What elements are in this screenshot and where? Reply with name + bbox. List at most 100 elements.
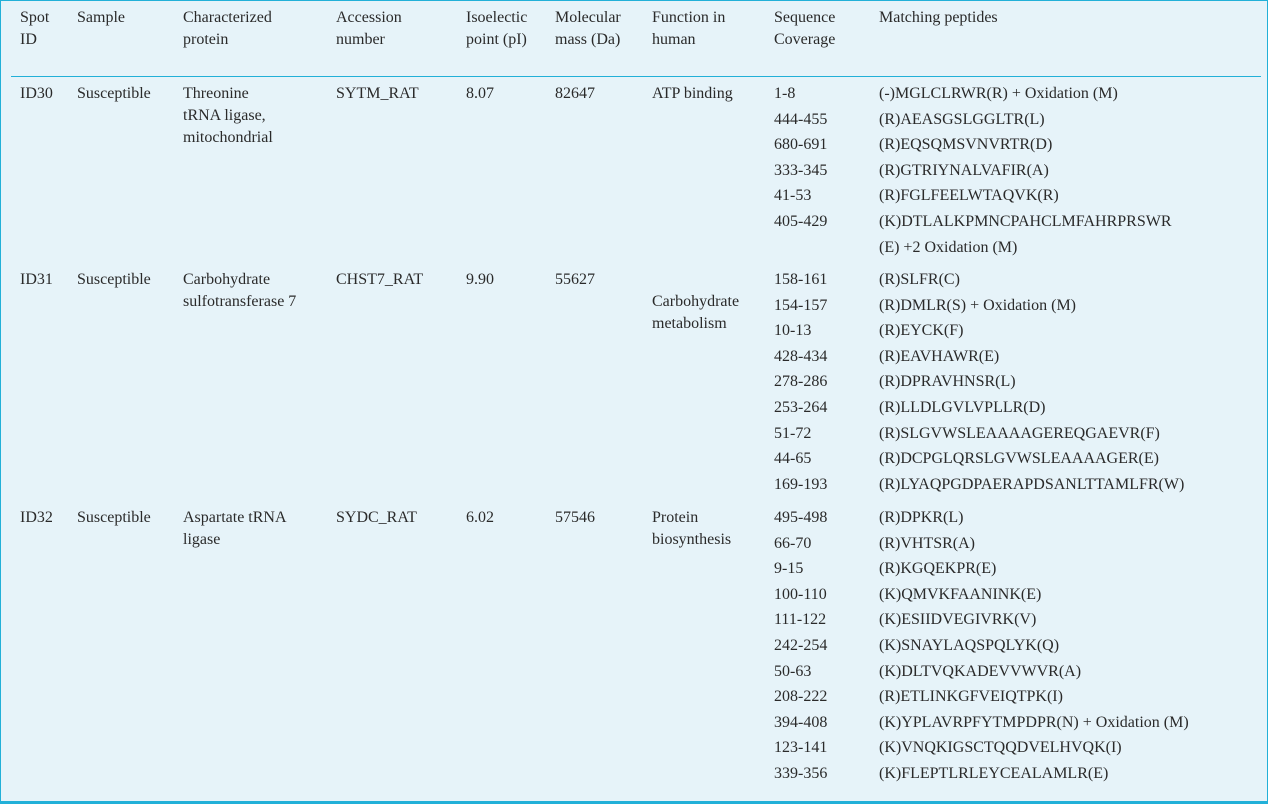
coverage-range: 66-70 bbox=[774, 534, 812, 552]
row-id30-mass: 82647 bbox=[555, 85, 595, 102]
header-sample: Sample bbox=[77, 7, 125, 29]
coverage-range: 253-264 bbox=[774, 398, 828, 416]
header-pi: Isoelectic point (pI) bbox=[466, 7, 527, 51]
header-text: number bbox=[336, 31, 385, 48]
peptide-sequence: (R)EQSQMSVNVRTR(D) bbox=[879, 136, 1053, 154]
protein-line: sulfotransferase 7 bbox=[183, 293, 297, 310]
coverage-range: 9-15 bbox=[774, 560, 804, 578]
row-id31-pi: 9.90 bbox=[466, 271, 494, 288]
peptide-sequence: (K)VNQKIGSCTQQDVELHVQK(I) bbox=[879, 739, 1122, 757]
coverage-range: 158-161 bbox=[774, 271, 828, 288]
row-id32-function: Protein biosynthesis bbox=[652, 507, 731, 551]
peptide-sequence: (R)ETLINKGFVEIQTPK(I) bbox=[879, 688, 1063, 706]
protein-line: ligase bbox=[183, 531, 221, 548]
peptide-sequence: (R)KGQEKPR(E) bbox=[879, 560, 997, 578]
peptide-sequence: (R)EYCK(F) bbox=[879, 322, 964, 340]
header-text: mass (Da) bbox=[555, 31, 621, 48]
coverage-range: 44-65 bbox=[774, 450, 812, 468]
row-id30-sample: Susceptible bbox=[77, 85, 151, 102]
row-id31-function: Carbohydrate metabolism bbox=[652, 291, 739, 335]
coverage-range: 405-429 bbox=[774, 212, 828, 230]
header-text: ID bbox=[20, 31, 37, 48]
coverage-range: 51-72 bbox=[774, 424, 812, 442]
row-id30-peptides: (-)MGLCLRWR(R) + Oxidation (M) (R)AEASGS… bbox=[879, 81, 1172, 260]
function-line: biosynthesis bbox=[652, 531, 732, 548]
header-text: Isoelectic bbox=[466, 9, 528, 26]
header-mass: Molecular mass (Da) bbox=[555, 7, 621, 51]
function-line: Protein bbox=[652, 509, 699, 526]
row-id32-peptides: (R)DPKR(L) (R)VHTSR(A) (R)KGQEKPR(E) (K)… bbox=[879, 505, 1189, 787]
peptide-sequence: (K)DTLALKPMNCPAHCLMFAHRPRSWR bbox=[879, 212, 1172, 230]
coverage-range: 154-157 bbox=[774, 296, 828, 314]
header-text: protein bbox=[183, 31, 229, 48]
coverage-range: 339-356 bbox=[774, 764, 828, 782]
row-id32-pi: 6.02 bbox=[466, 509, 494, 526]
header-text: Coverage bbox=[774, 31, 836, 48]
coverage-range: 1-8 bbox=[774, 85, 796, 102]
coverage-range: 50-63 bbox=[774, 662, 812, 680]
header-text: Sequence bbox=[774, 9, 836, 26]
coverage-range: 444-455 bbox=[774, 110, 828, 128]
coverage-range bbox=[774, 235, 827, 261]
row-id32-mass: 57546 bbox=[555, 509, 595, 526]
peptide-sequence: (R)VHTSR(A) bbox=[879, 534, 975, 552]
protein-line: Threonine bbox=[183, 85, 249, 102]
peptide-sequence: (R)LYAQPGDPAERAPDSANLTTAMLFR(W) bbox=[879, 475, 1185, 493]
peptide-sequence: (R)DCPGLQRSLGVWSLEAAAAGER(E) bbox=[879, 450, 1159, 468]
row-id30-pi: 8.07 bbox=[466, 85, 494, 102]
header-divider bbox=[11, 76, 1261, 77]
coverage-range: 680-691 bbox=[774, 136, 828, 154]
peptide-sequence: (R)DMLR(S) + Oxidation (M) bbox=[879, 296, 1077, 314]
header-text: Matching peptides bbox=[879, 9, 998, 26]
header-text: Characterized bbox=[183, 9, 272, 26]
header-coverage: Sequence Coverage bbox=[774, 7, 835, 51]
header-text: Spot bbox=[20, 9, 50, 26]
peptide-sequence: (K)FLEPTLRLEYCEALAMLR(E) bbox=[879, 764, 1109, 782]
header-text: Accession bbox=[336, 9, 402, 26]
peptide-sequence: (R)EAVHAWR(E) bbox=[879, 347, 1000, 365]
peptide-sequence: (R)SLGVWSLEAAAAGEREQGAEVR(F) bbox=[879, 424, 1160, 442]
coverage-range: 495-498 bbox=[774, 509, 828, 526]
coverage-range: 333-345 bbox=[774, 161, 828, 179]
coverage-range: 208-222 bbox=[774, 688, 828, 706]
header-accession: Accession number bbox=[336, 7, 402, 51]
coverage-range: 394-408 bbox=[774, 713, 828, 731]
table-frame: Spot ID Sample Characterized protein Acc… bbox=[0, 0, 1268, 804]
row-id32-sample: Susceptible bbox=[77, 509, 151, 526]
header-text: human bbox=[652, 31, 696, 48]
peptide-sequence: (R)FGLFEELWTAQVK(R) bbox=[879, 187, 1059, 205]
peptide-sequence: (K)DLTVQKADEVVWVR(A) bbox=[879, 662, 1082, 680]
header-function: Function in human bbox=[652, 7, 725, 51]
header-spot-id: Spot ID bbox=[20, 7, 49, 51]
peptide-table: Spot ID Sample Characterized protein Acc… bbox=[11, 1, 1261, 789]
peptide-sequence: (-)MGLCLRWR(R) + Oxidation (M) bbox=[879, 85, 1118, 102]
row-id32-coverage: 495-498 66-70 9-15 100-110 111-122 242-2… bbox=[774, 505, 827, 787]
row-id31-peptides: (R)SLFR(C) (R)DMLR(S) + Oxidation (M) (R… bbox=[879, 267, 1184, 497]
peptide-sequence: (R)DPKR(L) bbox=[879, 509, 964, 526]
row-id32-accession: SYDC_RAT bbox=[336, 509, 417, 526]
peptide-sequence: (R)SLFR(C) bbox=[879, 271, 960, 288]
peptide-sequence: (R)GTRIYNALVAFIR(A) bbox=[879, 161, 1049, 179]
coverage-range: 111-122 bbox=[774, 611, 827, 629]
row-id31-protein: Carbohydrate sulfotransferase 7 bbox=[183, 269, 296, 313]
protein-line: Carbohydrate bbox=[183, 271, 271, 288]
peptide-sequence: (K)YPLAVRPFYTMPDPR(N) + Oxidation (M) bbox=[879, 713, 1189, 731]
header-text: Sample bbox=[77, 9, 125, 26]
coverage-range: 278-286 bbox=[774, 373, 828, 391]
peptide-sequence: (K)SNAYLAQSPQLYK(Q) bbox=[879, 636, 1060, 654]
row-id31-accession: CHST7_RAT bbox=[336, 271, 424, 288]
protein-line: Aspartate tRNA bbox=[183, 509, 287, 526]
protein-line: mitochondrial bbox=[183, 129, 273, 146]
coverage-range: 10-13 bbox=[774, 322, 812, 340]
header-text: point (pI) bbox=[466, 31, 527, 48]
coverage-range: 123-141 bbox=[774, 739, 828, 757]
protein-line: tRNA ligase, bbox=[183, 107, 266, 124]
header-protein: Characterized protein bbox=[183, 7, 272, 51]
coverage-range: 169-193 bbox=[774, 475, 828, 493]
row-id31-coverage: 158-161 154-157 10-13 428-434 278-286 25… bbox=[774, 267, 827, 497]
coverage-range: 242-254 bbox=[774, 636, 828, 654]
peptide-sequence: (K)QMVKFAANINK(E) bbox=[879, 585, 1042, 603]
row-id30-protein: Threonine tRNA ligase, mitochondrial bbox=[183, 83, 273, 149]
row-id30-accession: SYTM_RAT bbox=[336, 85, 419, 102]
header-peptides: Matching peptides bbox=[879, 7, 998, 29]
